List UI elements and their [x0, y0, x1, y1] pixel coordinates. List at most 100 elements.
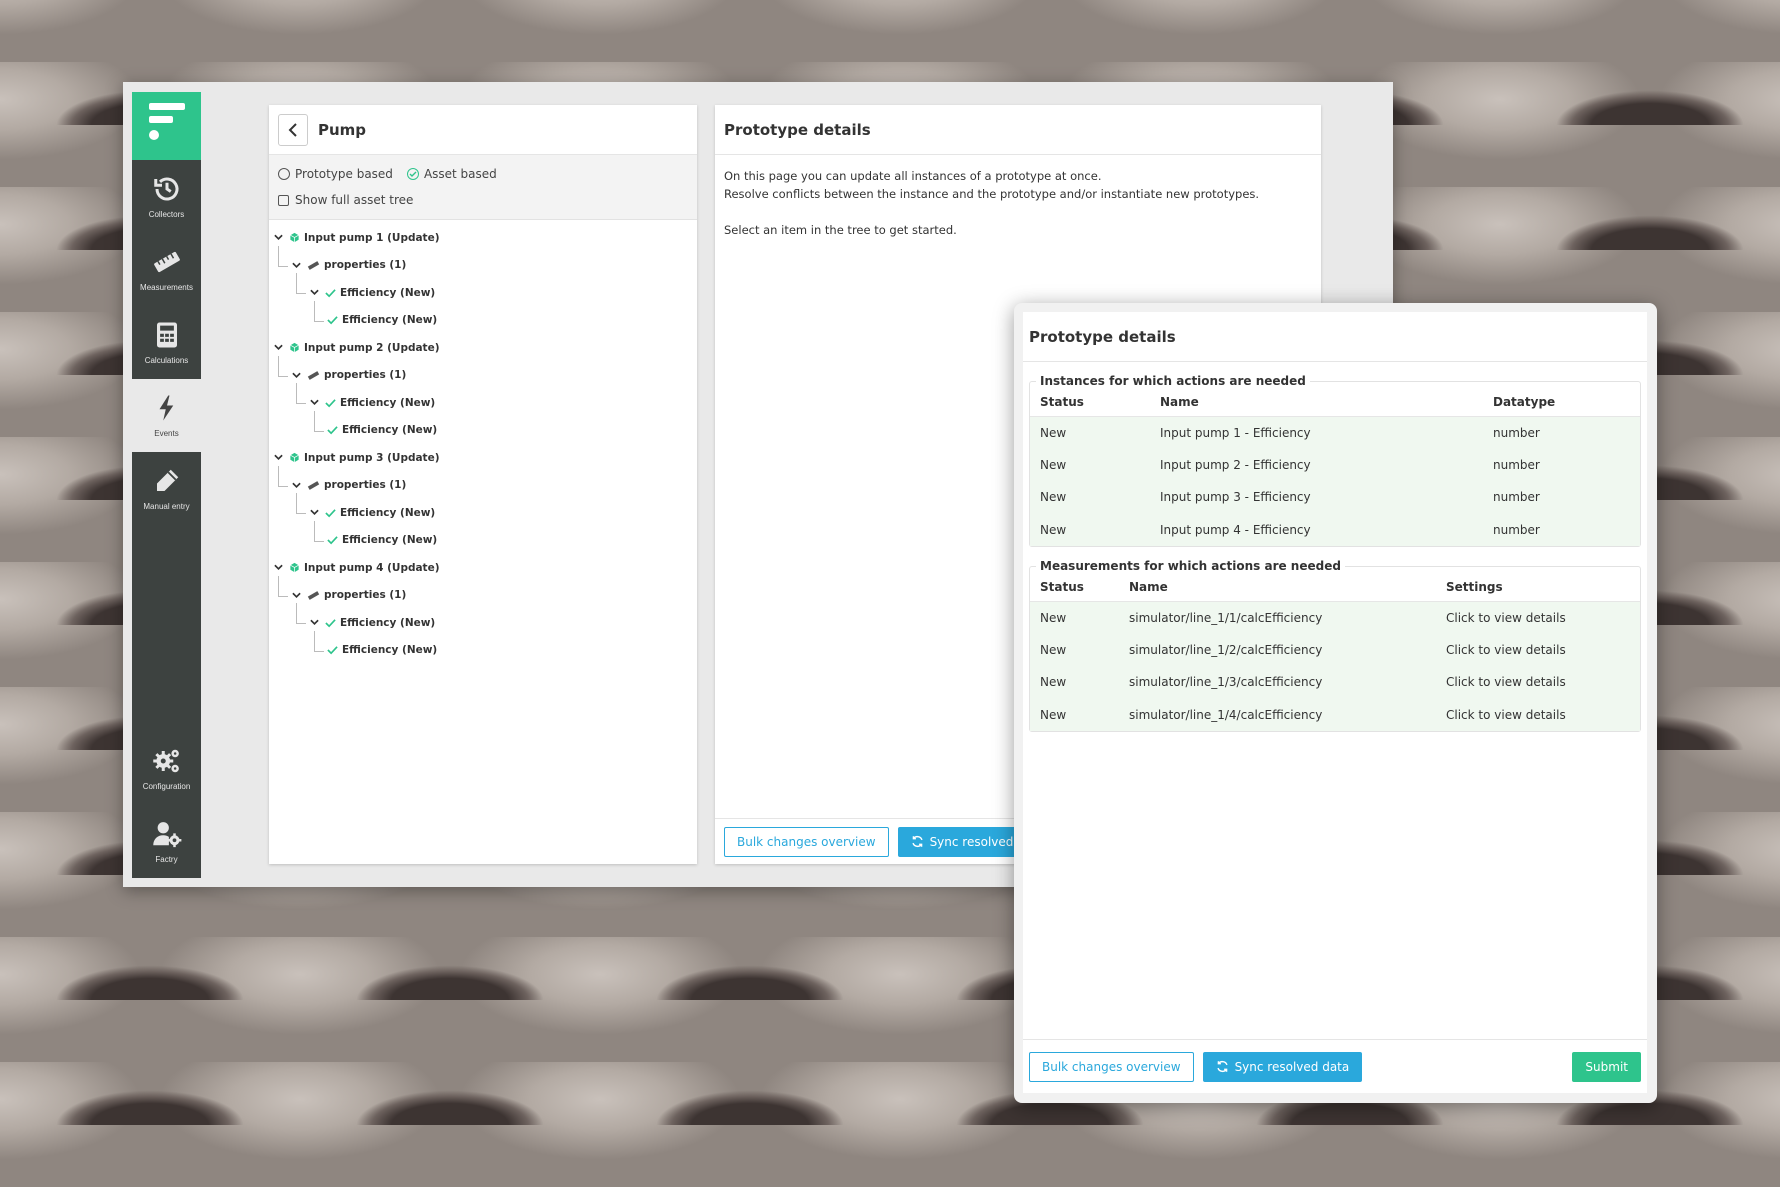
column-header: Status [1030, 388, 1150, 417]
instances-legend: Instances for which actions are needed [1040, 374, 1306, 388]
chevron-left-icon [288, 122, 297, 137]
intro-line: Select an item in the tree to get starte… [724, 223, 957, 237]
tree-node-label: properties (1) [324, 369, 407, 382]
factry-logo[interactable] [132, 92, 201, 160]
column-header: Name [1119, 573, 1436, 602]
pencil-icon [156, 469, 178, 491]
sync-resolved-button[interactable]: Sync resolved data [1202, 1051, 1363, 1082]
show-full-tree-label[interactable]: Show full asset tree [295, 193, 413, 207]
tree-node-properties[interactable]: properties (1) [269, 245, 697, 280]
table-row[interactable]: New simulator/line_1/2/calcEfficiency Clic… [1030, 633, 1640, 666]
table-row[interactable]: New Input pump 4 - Efficiency number [1030, 513, 1640, 546]
chevron-down-icon[interactable] [291, 480, 301, 490]
sidebar-item-factry[interactable]: Factry [132, 805, 201, 878]
chevron-down-icon[interactable] [309, 288, 319, 298]
ruler-icon [307, 480, 320, 491]
table-row[interactable]: New Input pump 1 - Efficiency number [1030, 416, 1640, 449]
history-icon [153, 177, 178, 201]
chevron-down-icon[interactable] [273, 453, 283, 463]
tree-node-label: properties (1) [324, 259, 407, 272]
table-row[interactable]: New Input pump 2 - Efficiency number [1030, 448, 1640, 481]
table-row[interactable]: New simulator/line_1/4/calcEfficiency Clic… [1030, 698, 1640, 731]
gears-icon [152, 749, 179, 773]
chevron-down-icon[interactable] [291, 260, 301, 270]
tree-node-property[interactable]: Efficiency (New) [269, 603, 697, 637]
chevron-down-icon[interactable] [273, 343, 283, 353]
asset-tree-panel: Pump Prototype based Asset based Show fu… [269, 105, 697, 864]
sidebar-item-label: Configuration [142, 782, 191, 791]
tree-node-properties[interactable]: properties (1) [269, 465, 697, 500]
sidebar-bottom: Configuration Factry [132, 732, 201, 878]
cube-icon [289, 232, 300, 243]
chevron-down-icon[interactable] [291, 370, 301, 380]
table-cell: number [1483, 448, 1640, 481]
overlay-footer: Bulk changes overview Sync resolved data… [1023, 1039, 1647, 1093]
tree-node-asset[interactable]: Input pump 1 (Update) [269, 224, 697, 252]
details-title: Prototype details [715, 105, 1321, 155]
sidebar-item-events[interactable]: Events [132, 379, 201, 452]
sidebar-item-calculations[interactable]: Calculations [132, 306, 201, 379]
sidebar-item-collectors[interactable]: Collectors [132, 160, 201, 233]
prototype-based-radio[interactable] [278, 168, 290, 180]
tree-node-asset[interactable]: Input pump 4 (Update) [269, 554, 697, 582]
check-icon [409, 171, 417, 177]
tree-node-property[interactable]: Efficiency (New) [269, 383, 697, 417]
tree-node-asset[interactable]: Input pump 3 (Update) [269, 444, 697, 472]
tree-node-label: Input pump 3 (Update) [304, 451, 440, 464]
prototype-based-label[interactable]: Prototype based [295, 167, 393, 181]
chevron-down-icon[interactable] [291, 590, 301, 600]
tree-node-asset[interactable]: Input pump 2 (Update) [269, 334, 697, 362]
show-full-tree-checkbox[interactable] [278, 194, 289, 206]
chevron-down-icon[interactable] [273, 563, 283, 573]
sidebar-item-label: Calculations [144, 356, 189, 365]
sidebar-item-label: Collectors [148, 210, 185, 219]
sidebar-item-measurements[interactable]: Measurements [132, 233, 201, 306]
asset-based-label[interactable]: Asset based [424, 167, 497, 181]
table-row[interactable]: New simulator/line_1/1/calcEfficiency Clic… [1030, 601, 1640, 634]
chevron-down-icon[interactable] [309, 618, 319, 628]
table-cell: number [1483, 513, 1640, 546]
tree-node-property[interactable]: Efficiency (New) [269, 300, 697, 335]
tree-header: Pump [269, 105, 697, 155]
table-cell: simulator/line_1/1/calcEfficiency [1119, 601, 1436, 634]
table-cell: number [1483, 416, 1640, 449]
table-cell: simulator/line_1/3/calcEfficiency [1119, 666, 1436, 699]
table-cell: Click to view details [1436, 666, 1640, 699]
column-header: Datatype [1483, 388, 1640, 417]
tree-node-property[interactable]: Efficiency (New) [269, 273, 697, 307]
chevron-down-icon[interactable] [273, 233, 283, 243]
tree-node-properties[interactable]: properties (1) [269, 575, 697, 610]
sidebar-item-manual-entry[interactable]: Manual entry [132, 452, 201, 525]
check-icon [327, 645, 338, 655]
tree-node-label: Efficiency (New) [342, 314, 438, 327]
bulk-changes-button[interactable]: Bulk changes overview [724, 826, 889, 857]
table-cell: Input pump 1 - Efficiency [1150, 416, 1483, 449]
details-intro: On this page you can update all instance… [715, 155, 1321, 251]
tree-node-label: Input pump 1 (Update) [304, 231, 440, 244]
tree-node-property[interactable]: Efficiency (New) [269, 410, 697, 445]
bulk-changes-button[interactable]: Bulk changes overview [1029, 1051, 1194, 1082]
asset-based-radio[interactable] [406, 168, 419, 180]
tree-node-label: properties (1) [324, 479, 407, 492]
table-row[interactable]: New Input pump 3 - Efficiency number [1030, 481, 1640, 514]
table-cell: simulator/line_1/4/calcEfficiency [1119, 698, 1436, 731]
tree-node-property[interactable]: Efficiency (New) [269, 520, 697, 555]
table-cell: New [1030, 666, 1119, 699]
measurements-legend: Measurements for which actions are neede… [1040, 559, 1341, 573]
tree-node-label: Efficiency (New) [340, 286, 436, 299]
chevron-down-icon[interactable] [309, 508, 319, 518]
measurements-table: Status Name Settings New simulator/line_1… [1030, 573, 1640, 731]
table-row[interactable]: New simulator/line_1/3/calcEfficiency Clic… [1030, 666, 1640, 699]
table-cell: New [1030, 698, 1119, 731]
measurements-group: Measurements for which actions are neede… [1029, 559, 1641, 732]
back-button[interactable] [278, 113, 308, 146]
sync-icon [911, 835, 923, 848]
check-icon [325, 508, 336, 518]
submit-button[interactable]: Submit [1572, 1051, 1641, 1082]
cube-icon [289, 342, 300, 353]
chevron-down-icon[interactable] [309, 398, 319, 408]
sidebar-item-configuration[interactable]: Configuration [132, 732, 201, 805]
tree-node-property[interactable]: Efficiency (New) [269, 493, 697, 527]
tree-node-properties[interactable]: properties (1) [269, 355, 697, 390]
tree-node-property[interactable]: Efficiency (New) [269, 630, 697, 665]
